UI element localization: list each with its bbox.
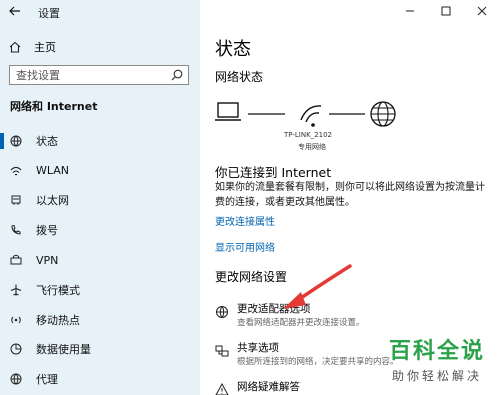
- app-title: 设置: [38, 7, 60, 20]
- airplane-icon: [9, 283, 23, 297]
- section-title: 网络和 Internet: [10, 100, 98, 113]
- sidebar-item-label: 以太网: [36, 194, 69, 208]
- dialup-icon: [9, 223, 23, 237]
- hotspot-icon: [9, 313, 23, 327]
- option-description: 根据所连接到的网络，决定要共享的内容。: [237, 357, 399, 367]
- sharing-icon: [215, 345, 229, 357]
- ethernet-icon: [9, 193, 23, 207]
- minimize-button[interactable]: [392, 0, 428, 22]
- back-button[interactable]: [8, 4, 24, 20]
- maximize-icon: [441, 6, 451, 16]
- page-title: 状态: [215, 39, 251, 60]
- option-title: 更改适配器选项: [237, 303, 311, 315]
- metered-description: 如果你的流量套餐有限制，则你可以将此网络设置为按流量计费的连接，或者更改其他属性…: [215, 182, 485, 208]
- sidebar-item-label: VPN: [36, 253, 59, 267]
- sidebar-item-vpn[interactable]: VPN: [0, 245, 200, 275]
- search-input[interactable]: [10, 66, 168, 84]
- wifi-icon: [9, 164, 23, 178]
- back-arrow-icon: [9, 6, 20, 16]
- sidebar-item-label: WLAN: [36, 164, 70, 178]
- change-adapter-options[interactable]: 更改适配器选项 查看网络适配器并更改连接设置。: [215, 301, 500, 333]
- data-usage-icon: [9, 342, 23, 356]
- sidebar-item-wlan[interactable]: WLAN: [0, 156, 200, 186]
- proxy-icon: [9, 372, 23, 386]
- search-box[interactable]: [9, 65, 189, 85]
- sidebar-item-label: 状态: [36, 134, 58, 148]
- watermark-title: 百科全说: [388, 339, 485, 364]
- network-status-heading: 网络状态: [215, 70, 264, 84]
- title-bar: 设置: [0, 0, 200, 24]
- troubleshoot-icon: [215, 383, 229, 395]
- sidebar-item-label: 飞行模式: [36, 283, 80, 297]
- option-description: 查看网络适配器并更改连接设置。: [237, 318, 365, 328]
- internet-globe-icon: [370, 101, 396, 127]
- sidebar-item-mobile-hotspot[interactable]: 移动热点: [0, 305, 200, 335]
- sidebar-item-label: 拨号: [36, 224, 58, 238]
- connection-status-text: 你已连接到 Internet: [215, 165, 332, 180]
- home-icon: [9, 41, 21, 53]
- watermark: 百科全说 助你轻松解决: [382, 333, 492, 384]
- sidebar-item-proxy[interactable]: 代理: [0, 364, 200, 394]
- watermark-subtitle: 助你轻松解决: [391, 369, 482, 383]
- sidebar-item-data-usage[interactable]: 数据使用量: [0, 335, 200, 365]
- sidebar-item-ethernet[interactable]: 以太网: [0, 186, 200, 216]
- sidebar-item-label: 移动热点: [36, 313, 80, 327]
- vpn-icon: [9, 253, 23, 267]
- sidebar-nav: 状态 WLAN 以太网 拨号 VPN 飞行模式 移动热点 数据使用量 代理: [0, 126, 200, 394]
- wifi-signal-icon: [300, 105, 322, 127]
- option-title: 网络疑难解答: [237, 381, 300, 393]
- sidebar-item-label: 数据使用量: [36, 343, 91, 357]
- close-button[interactable]: [464, 0, 500, 22]
- home-globe-icon: [9, 134, 23, 148]
- home-label: 主页: [34, 41, 56, 54]
- maximize-button[interactable]: [428, 0, 464, 22]
- home-nav-item[interactable]: 主页: [8, 39, 56, 55]
- change-connection-properties-link[interactable]: 更改连接属性: [215, 213, 275, 228]
- network-type: 专用网络: [298, 143, 326, 151]
- network-name: TP-LINK_2102: [284, 131, 332, 139]
- sidebar-item-label: 代理: [36, 373, 58, 387]
- settings-window: 设置 主页 网络和 Internet 状态: [0, 0, 500, 395]
- sidebar-item-status[interactable]: 状态: [0, 126, 200, 156]
- laptop-icon: [215, 102, 241, 121]
- window-controls: [392, 0, 500, 24]
- adapter-icon: [216, 306, 228, 319]
- sidebar-item-dialup[interactable]: 拨号: [0, 215, 200, 245]
- show-available-networks-link[interactable]: 显示可用网络: [215, 239, 275, 254]
- change-network-settings-heading: 更改网络设置: [215, 270, 288, 284]
- close-icon: [477, 6, 487, 16]
- search-icon[interactable]: [170, 68, 184, 82]
- sidebar: 设置 主页 网络和 Internet 状态: [0, 0, 200, 395]
- option-title: 共享选项: [237, 342, 279, 354]
- sidebar-item-airplane-mode[interactable]: 飞行模式: [0, 275, 200, 305]
- minimize-icon: [406, 10, 414, 12]
